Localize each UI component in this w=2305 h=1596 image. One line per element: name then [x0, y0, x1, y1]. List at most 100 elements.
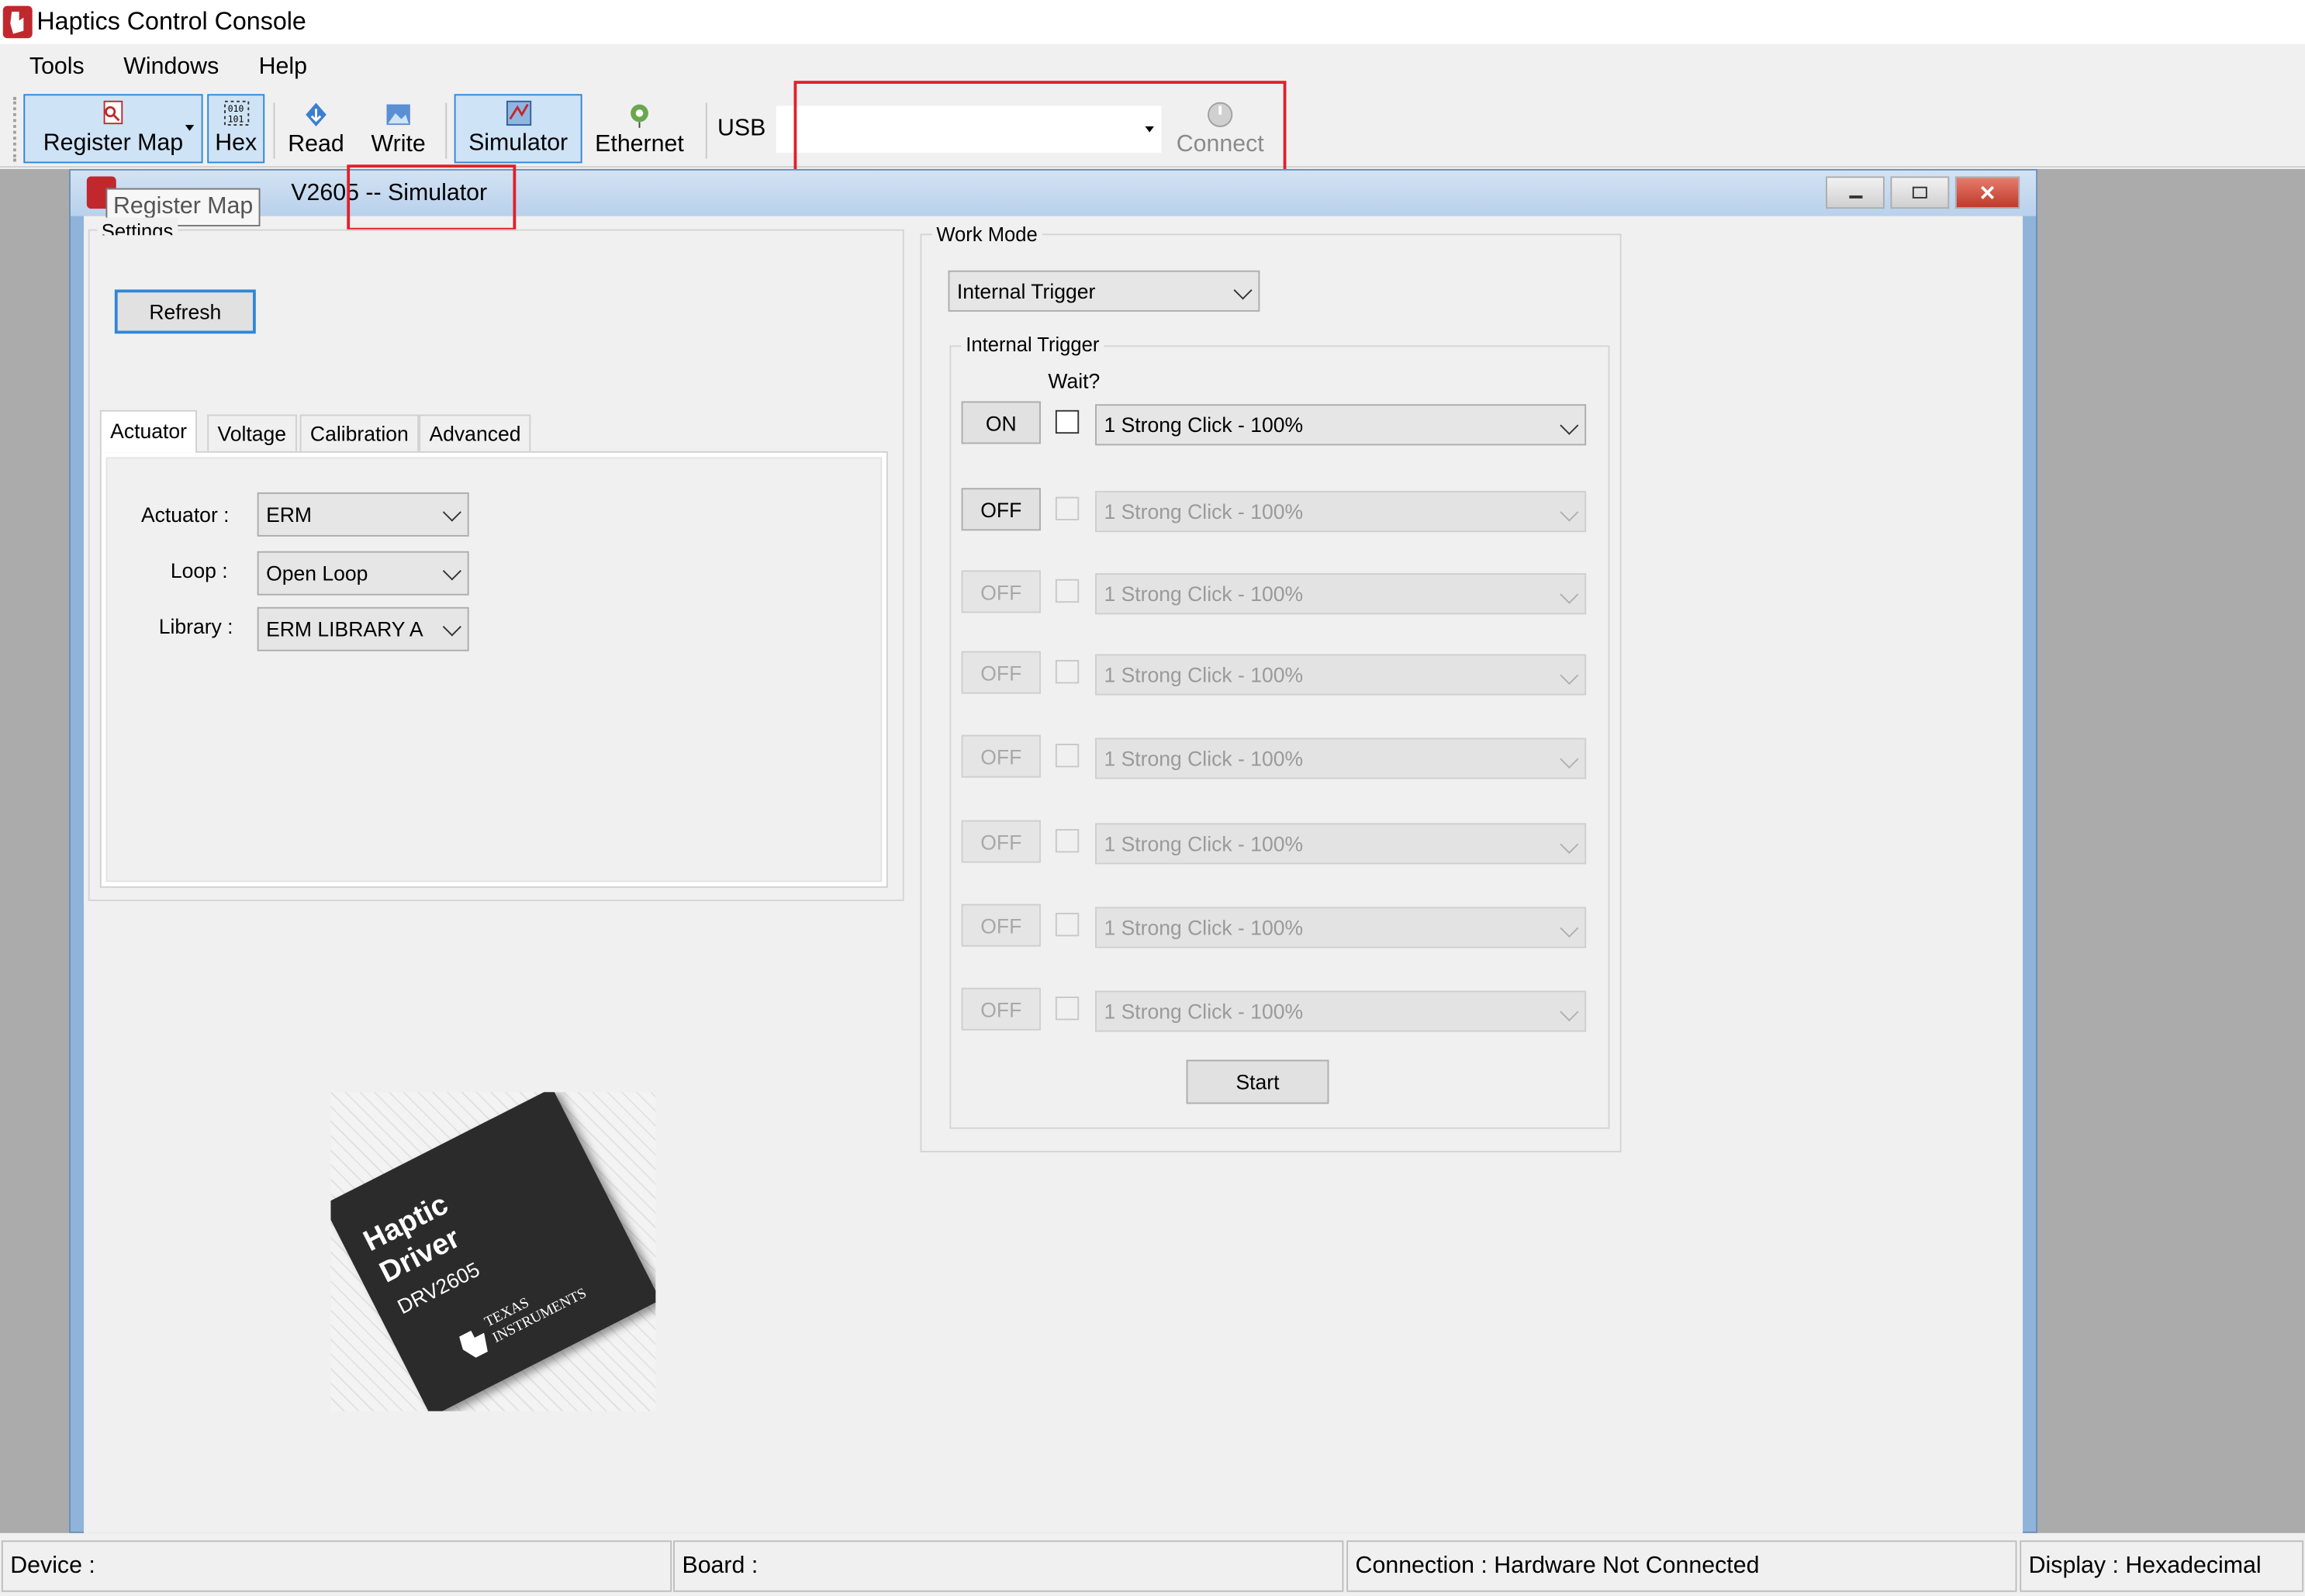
- internal-trigger-legend: Internal Trigger: [961, 333, 1104, 356]
- app-title: Haptics Control Console: [36, 7, 306, 36]
- menu-tools[interactable]: Tools: [29, 54, 85, 81]
- trigger-toggle-button[interactable]: ON: [961, 401, 1041, 444]
- close-icon: ✕: [1978, 180, 1996, 204]
- ethernet-icon: [631, 104, 648, 128]
- loop-label: Loop :: [170, 558, 228, 582]
- chevron-down-icon: [1560, 503, 1579, 522]
- app-logo-icon: [2, 5, 33, 39]
- effect-select[interactable]: 1 Strong Click - 100%: [1095, 738, 1587, 779]
- menu-help[interactable]: Help: [259, 54, 307, 81]
- chevron-down-icon: [1560, 1002, 1579, 1022]
- effect-select[interactable]: 1 Strong Click - 100%: [1095, 823, 1587, 865]
- chevron-down-icon: [1560, 416, 1579, 435]
- trigger-toggle-button[interactable]: OFF: [961, 570, 1041, 613]
- loop-value: Open Loop: [266, 561, 368, 586]
- trigger-toggle-button[interactable]: OFF: [961, 820, 1041, 863]
- wait-checkbox[interactable]: [1055, 409, 1080, 434]
- work-mode-select[interactable]: Internal Trigger: [948, 270, 1260, 312]
- refresh-button[interactable]: Refresh: [114, 289, 256, 334]
- effect-select[interactable]: 1 Strong Click - 100%: [1095, 654, 1587, 696]
- chevron-down-icon: [1233, 281, 1253, 300]
- status-board: Board :: [673, 1540, 1344, 1592]
- start-button[interactable]: Start: [1186, 1059, 1329, 1104]
- effect-value: 1 Strong Click - 100%: [1104, 413, 1304, 437]
- wait-checkbox[interactable]: [1055, 829, 1080, 853]
- effect-value: 1 Strong Click - 100%: [1104, 915, 1304, 940]
- effect-select[interactable]: 1 Strong Click - 100%: [1095, 907, 1587, 948]
- wait-checkbox[interactable]: [1055, 579, 1080, 603]
- register-map-button[interactable]: Register Map: [23, 94, 203, 164]
- register-map-dropdown-icon[interactable]: [185, 125, 195, 131]
- hex-button[interactable]: 010 101 Hex: [207, 94, 265, 164]
- chevron-down-icon: [442, 617, 461, 637]
- write-label: Write: [371, 132, 426, 157]
- tab-calibration[interactable]: Calibration: [299, 414, 420, 451]
- minimize-icon: [1848, 195, 1862, 199]
- library-select[interactable]: ERM LIBRARY A: [257, 606, 469, 651]
- effect-value: 1 Strong Click - 100%: [1104, 999, 1304, 1024]
- trigger-toggle-button[interactable]: OFF: [961, 488, 1041, 531]
- restore-button[interactable]: [1890, 176, 1950, 209]
- menu-windows[interactable]: Windows: [123, 54, 219, 81]
- chevron-down-icon: [1560, 918, 1579, 938]
- library-value: ERM LIBRARY A: [266, 617, 423, 641]
- wait-checkbox[interactable]: [1055, 744, 1080, 768]
- chip-body: Haptic Driver DRV2605 TEXAS INSTRUMENTS: [330, 1092, 656, 1411]
- app-titlebar: Haptics Control Console: [0, 0, 2305, 44]
- actuator-label: Actuator :: [140, 503, 230, 527]
- tab-advanced[interactable]: Advanced: [419, 414, 531, 451]
- write-icon: [386, 104, 410, 126]
- simulator-label: Simulator: [468, 130, 568, 156]
- wait-checkbox[interactable]: [1055, 997, 1080, 1021]
- chevron-down-icon: [1560, 585, 1579, 604]
- trigger-toggle-button[interactable]: OFF: [961, 903, 1041, 947]
- work-mode-legend: Work Mode: [931, 223, 1042, 246]
- library-label: Library :: [158, 614, 233, 638]
- simulator-title-highlight-box: [347, 164, 517, 231]
- svg-text:010: 010: [227, 103, 244, 114]
- minimize-button[interactable]: [1826, 176, 1885, 209]
- loop-select[interactable]: Open Loop: [257, 551, 469, 596]
- wait-checkbox[interactable]: [1055, 660, 1080, 684]
- write-button[interactable]: Write: [361, 94, 435, 163]
- read-button[interactable]: Read: [282, 94, 350, 163]
- toolbar-separator: [705, 102, 707, 159]
- effect-select[interactable]: 1 Strong Click - 100%: [1095, 491, 1587, 533]
- chevron-down-icon: [1560, 749, 1579, 769]
- trigger-toggle-button[interactable]: OFF: [961, 734, 1041, 778]
- work-mode-value: Internal Trigger: [956, 279, 1096, 303]
- read-label: Read: [288, 132, 344, 157]
- wait-checkbox[interactable]: [1055, 913, 1080, 937]
- toolbar-separator: [273, 102, 275, 159]
- ethernet-button[interactable]: Ethernet: [588, 94, 691, 163]
- close-button[interactable]: ✕: [1954, 176, 2020, 209]
- usb-label: USB: [717, 116, 766, 141]
- effect-value: 1 Strong Click - 100%: [1104, 746, 1304, 771]
- ti-logo-icon: [457, 1326, 492, 1362]
- tab-actuator[interactable]: Actuator: [99, 409, 198, 453]
- hex-icon: 010101: [223, 100, 249, 126]
- simulator-button[interactable]: Simulator: [454, 94, 582, 164]
- toolbar-separator: [445, 102, 448, 159]
- effect-value: 1 Strong Click - 100%: [1104, 662, 1304, 687]
- chevron-down-icon: [1560, 665, 1579, 685]
- effect-select[interactable]: 1 Strong Click - 100%: [1095, 990, 1587, 1032]
- svg-text:101: 101: [227, 113, 244, 124]
- wait-checkbox[interactable]: [1055, 496, 1080, 520]
- effect-select[interactable]: 1 Strong Click - 100%: [1095, 404, 1587, 446]
- wait-label: Wait?: [1048, 368, 1101, 393]
- settings-legend: Settings: [97, 217, 178, 236]
- chevron-down-icon: [1560, 834, 1579, 854]
- effect-value: 1 Strong Click - 100%: [1104, 582, 1304, 606]
- actuator-select[interactable]: ERM: [257, 492, 469, 537]
- register-map-label: Register Map: [43, 130, 184, 156]
- tab-voltage[interactable]: Voltage: [207, 414, 297, 451]
- trigger-toggle-button[interactable]: OFF: [961, 987, 1041, 1031]
- status-connection: Connection : Hardware Not Connected: [1346, 1540, 2017, 1592]
- register-map-icon: [103, 100, 123, 125]
- effect-select[interactable]: 1 Strong Click - 100%: [1095, 573, 1587, 615]
- restore-icon: [1912, 186, 1927, 199]
- drv2605-chip-image: Haptic Driver DRV2605 TEXAS INSTRUMENTS: [330, 1092, 656, 1411]
- hex-label: Hex: [215, 130, 257, 156]
- trigger-toggle-button[interactable]: OFF: [961, 651, 1041, 694]
